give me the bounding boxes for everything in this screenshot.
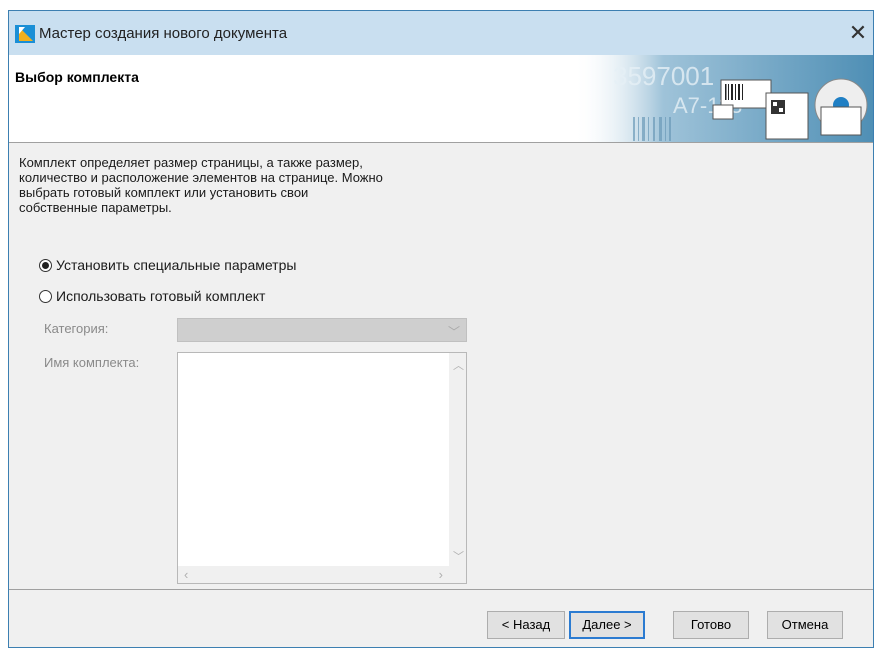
cancel-button[interactable]: Отмена (767, 611, 843, 639)
title-bar[interactable]: Мастер создания нового документа ✕ (9, 11, 873, 55)
kit-name-label: Имя комплекта: (44, 355, 140, 370)
banner-number: 3597001 (613, 61, 714, 91)
description-line: выбрать готовый комплект или установить … (19, 185, 309, 200)
window-title: Мастер создания нового документа (39, 25, 288, 42)
radio-label: Использовать готовый комплект (56, 288, 266, 304)
radio-custom-params[interactable]: Установить специальные параметры (39, 257, 296, 273)
scrollbar-corner (449, 566, 466, 583)
scroll-left-icon[interactable]: ‹ (184, 567, 188, 582)
wizard-content: Комплект определяет размер страницы, а т… (9, 143, 873, 584)
finish-button[interactable]: Готово (673, 611, 749, 639)
next-button[interactable]: Далее > (569, 611, 645, 639)
kit-name-list[interactable]: ︿ ﹀ ‹ › (177, 352, 467, 584)
step-title: Выбор комплекта (15, 69, 139, 85)
scroll-right-icon[interactable]: › (439, 567, 443, 582)
category-select[interactable]: ﹀ (177, 318, 467, 342)
barcode-banner-image: 3597001 A7-118 (573, 55, 873, 142)
radio-button-checked[interactable] (39, 258, 52, 272)
category-label: Категория: (44, 321, 109, 336)
horizontal-scrollbar[interactable]: ‹ › (178, 566, 449, 583)
back-button[interactable]: < Назад (487, 611, 565, 639)
description-line: Комплект определяет размер страницы, а т… (19, 155, 363, 170)
radio-button-unchecked[interactable] (39, 289, 52, 303)
radio-label: Установить специальные параметры (56, 257, 297, 273)
vertical-scrollbar[interactable]: ︿ ﹀ (449, 353, 466, 566)
scroll-up-icon[interactable]: ︿ (453, 357, 464, 373)
close-button[interactable]: ✕ (843, 17, 873, 49)
footer-divider (9, 589, 873, 590)
description-line: собственные параметры. (19, 200, 172, 215)
wizard-header: Выбор комплекта 3597001 A7-118 (9, 55, 873, 143)
app-logo-icon (15, 25, 35, 43)
radio-ready-kit[interactable]: Использовать готовый комплект (39, 288, 265, 304)
scroll-down-icon[interactable]: ﹀ (453, 548, 464, 564)
description-text: Комплект определяет размер страницы, а т… (19, 155, 489, 215)
chevron-down-icon: ﹀ (447, 325, 460, 339)
wizard-window: Мастер создания нового документа ✕ Выбор… (8, 10, 874, 648)
description-line: количество и расположение элементов на с… (19, 170, 383, 185)
